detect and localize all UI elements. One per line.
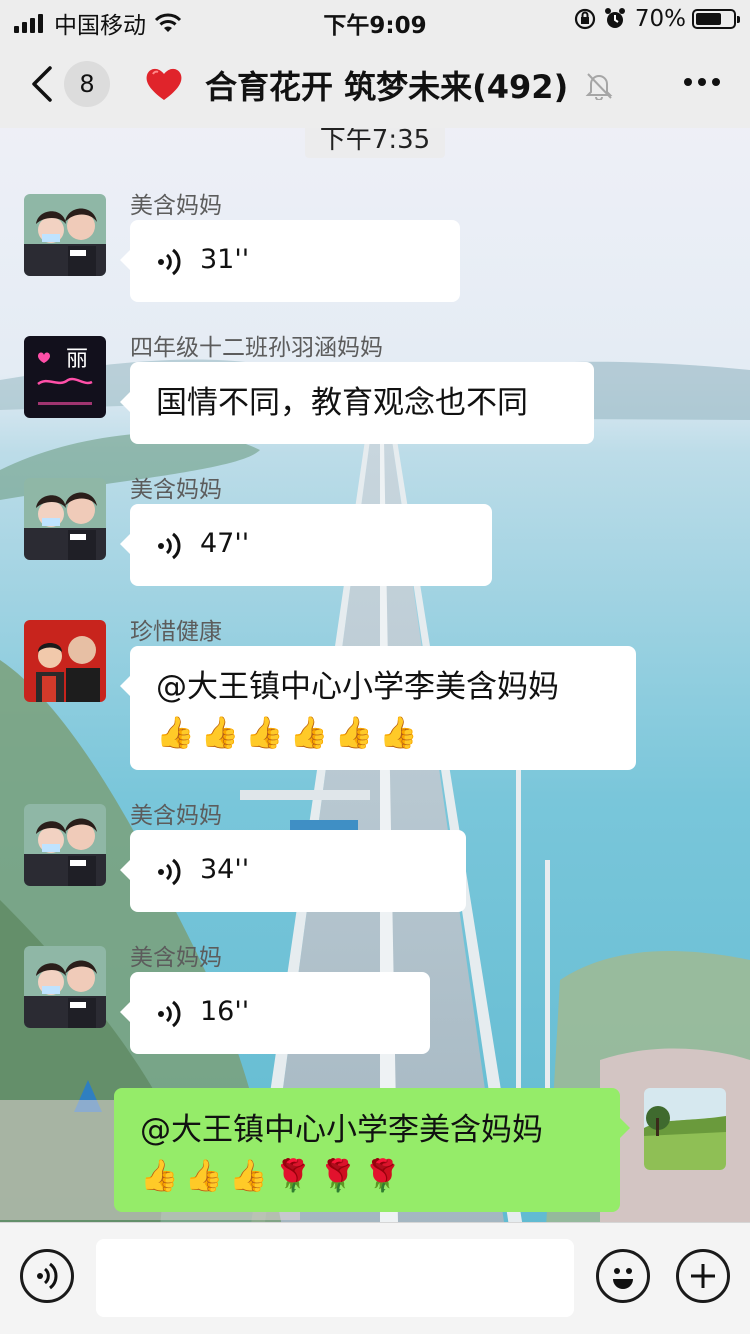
text-message-bubble[interactable]: @大王镇中心小学李美含妈妈 👍 👍 👍 🌹 🌹 🌹 [114,1088,630,1212]
my-avatar[interactable] [644,1088,726,1170]
text-message-bubble[interactable]: @大王镇中心小学李美含妈妈 👍 👍 👍 👍 👍 👍 [120,646,636,770]
sender-name: 四年级十二班孙羽涵妈妈 [130,335,383,361]
message-text: @大王镇中心小学李美含妈妈 [140,1112,543,1148]
thumbs-up-emoji: 👍 [289,715,329,751]
avatar-text: 丽 [66,347,88,372]
mute-bell-icon [585,73,613,100]
thumbs-up-emoji: 👍 [156,715,195,751]
voice-input-button[interactable] [20,1249,74,1303]
thumbs-up-emoji: 👍 [334,715,374,751]
voice-message-bubble[interactable]: 47'' [120,504,492,586]
input-toolbar [0,1222,750,1334]
thumbs-up-emoji: 👍 [184,1158,224,1194]
emoji-row: 👍 👍 👍 👍 👍 👍 [156,711,610,755]
rose-emoji: 🌹 [363,1158,402,1194]
voice-message-bubble[interactable]: 16'' [120,972,430,1054]
voice-wave-icon [158,1000,181,1028]
more-options-button[interactable] [678,78,720,86]
chat-title: 合育花开 筑梦未来(492) [205,68,569,106]
rose-emoji: 🌹 [273,1158,313,1194]
plus-icon [691,1264,715,1288]
battery-percent: 70% [634,6,686,32]
sender-name: 美含妈妈 [130,193,222,219]
voice-wave-icon [158,858,181,886]
dot-icon [712,78,720,86]
avatar[interactable]: 丽 [24,336,106,418]
battery-icon [692,9,740,29]
thumbs-up-emoji: 👍 [379,715,418,751]
thumbs-up-emoji: 👍 [245,715,284,751]
avatar[interactable] [24,478,106,560]
chat-header: 8 合育花开 筑梦未来(492) [0,40,750,128]
dot-icon [698,78,706,86]
text-message-bubble[interactable]: 国情不同，教育观念也不同 [120,362,594,444]
dot-icon [684,78,692,86]
voice-wave-icon [37,1262,58,1290]
message-text: @大王镇中心小学李美含妈妈 [156,669,559,705]
emoji-row: 👍 👍 👍 🌹 🌹 🌹 [140,1154,594,1198]
back-button[interactable] [28,64,58,104]
rose-emoji: 🌹 [318,1158,358,1194]
message-input[interactable] [96,1239,574,1317]
thumbs-up-emoji: 👍 [229,1158,268,1194]
orientation-lock-icon [574,8,595,30]
heart-icon [146,68,182,100]
voice-duration: 34'' [200,854,250,885]
sender-name: 美含妈妈 [130,803,222,829]
emoji-button[interactable] [596,1249,650,1303]
sender-name: 美含妈妈 [130,945,222,971]
status-bar: 中国移动 下午9:09 70% [0,0,750,40]
add-attachment-button[interactable] [676,1249,730,1303]
voice-message-bubble[interactable]: 34'' [120,830,466,912]
avatar[interactable] [24,804,106,886]
voice-duration: 31'' [200,244,250,275]
sender-name: 珍惜健康 [130,619,222,645]
unread-count-badge[interactable]: 8 [64,61,110,107]
voice-message-bubble[interactable]: 31'' [120,220,460,302]
thumbs-up-emoji: 👍 [140,1158,179,1194]
avatar[interactable] [24,620,106,702]
message-text: 国情不同，教育观念也不同 [156,385,528,421]
sender-name: 美含妈妈 [130,477,222,503]
avatar[interactable] [24,194,106,276]
voice-duration: 47'' [200,528,250,559]
voice-wave-icon [158,532,181,560]
smiley-icon [613,1268,633,1289]
voice-duration: 16'' [200,996,250,1027]
voice-wave-icon [158,248,181,276]
thumbs-up-emoji: 👍 [200,715,240,751]
avatar[interactable] [24,946,106,1028]
alarm-icon [604,8,625,28]
